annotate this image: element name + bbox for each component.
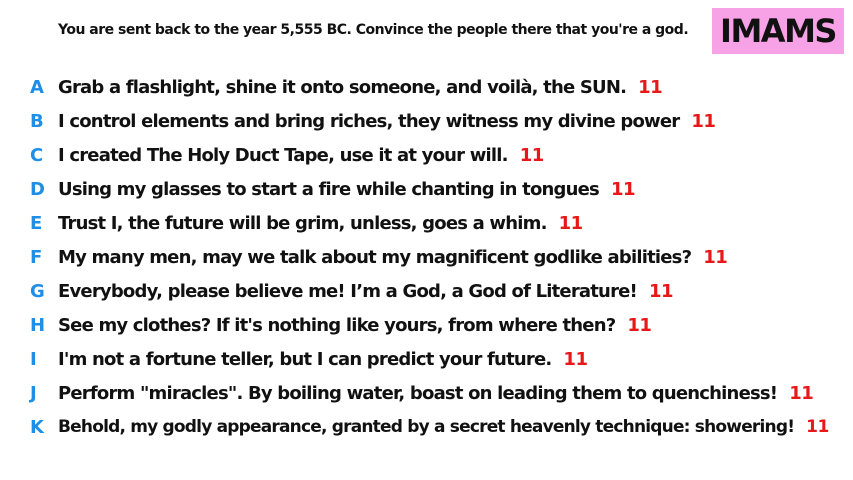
answer-score: 11 xyxy=(703,246,728,268)
answer-text: Grab a flashlight, shine it onto someone… xyxy=(58,76,663,98)
answer-letter: I xyxy=(30,348,37,370)
answer-body: Behold, my godly appearance, granted by … xyxy=(58,417,795,437)
answer-score: 11 xyxy=(806,417,829,437)
answer-letter: E xyxy=(30,212,43,234)
answer-text: My many men, may we talk about my magnif… xyxy=(58,246,728,268)
answer-letter: A xyxy=(30,76,44,98)
prompt-text: You are sent back to the year 5,555 BC. … xyxy=(58,22,689,38)
answer-letter: C xyxy=(30,144,44,166)
answer-body: See my clothes? If it's nothing like you… xyxy=(58,314,616,336)
answer-text: See my clothes? If it's nothing like you… xyxy=(58,314,652,336)
answer-letter: H xyxy=(30,314,46,336)
answer-text: I'm not a fortune teller, but I can pred… xyxy=(58,348,588,370)
answer-score: 11 xyxy=(648,280,674,302)
answer-score: 11 xyxy=(789,382,814,404)
answer-text: Behold, my godly appearance, granted by … xyxy=(58,417,829,437)
answer-text: Everybody, please believe me! I’m a God,… xyxy=(58,280,674,302)
answer-body: Everybody, please believe me! I’m a God,… xyxy=(58,280,638,302)
answer-text: Using my glasses to start a fire while c… xyxy=(58,178,636,200)
answer-body: Trust I, the future will be grim, unless… xyxy=(58,212,547,234)
answer-letter: B xyxy=(30,110,44,132)
answer-letter: G xyxy=(30,280,45,302)
answer-body: I control elements and bring riches, the… xyxy=(58,110,680,132)
answer-letter: D xyxy=(30,178,45,200)
answer-score: 11 xyxy=(638,76,663,98)
answer-letter: K xyxy=(30,416,44,438)
answer-text: Trust I, the future will be grim, unless… xyxy=(58,213,583,234)
answer-text: Perform "miracles". By boiling water, bo… xyxy=(58,382,814,404)
answer-score: 11 xyxy=(519,144,545,166)
answer-body: I created The Holy Duct Tape, use it at … xyxy=(58,144,509,166)
answer-body: Perform "miracles". By boiling water, bo… xyxy=(58,382,778,404)
answer-letter: J xyxy=(30,382,37,404)
player-badge: IMAMS xyxy=(712,8,844,54)
answer-text: I created The Holy Duct Tape, use it at … xyxy=(58,145,544,166)
answer-body: Grab a flashlight, shine it onto someone… xyxy=(58,76,627,98)
answer-text: I control elements and bring riches, the… xyxy=(58,110,716,132)
answer-score: 11 xyxy=(691,110,716,132)
answer-score: 11 xyxy=(627,314,652,336)
answer-letter: F xyxy=(30,246,43,268)
answer-score: 11 xyxy=(558,212,584,234)
answer-body: I'm not a fortune teller, but I can pred… xyxy=(58,348,552,370)
answer-score: 11 xyxy=(610,178,636,200)
answer-score: 11 xyxy=(563,348,588,370)
answer-body: My many men, may we talk about my magnif… xyxy=(58,246,692,268)
answer-body: Using my glasses to start a fire while c… xyxy=(58,178,600,200)
